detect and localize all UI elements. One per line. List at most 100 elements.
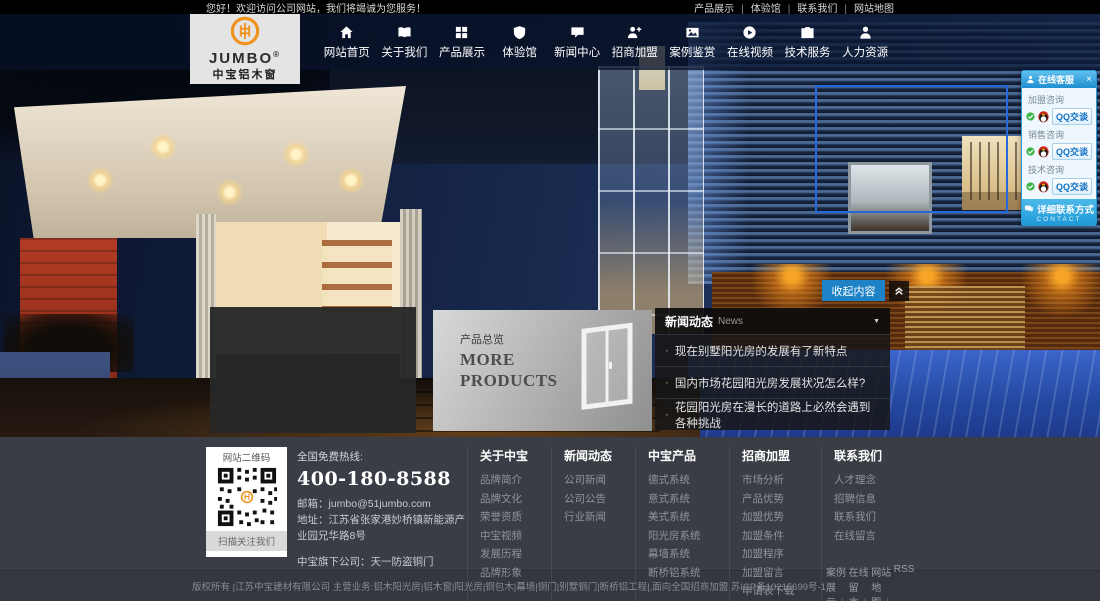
footer-link[interactable]: 招聘信息	[834, 490, 894, 509]
nav-item-about[interactable]: 关于我们	[376, 14, 434, 70]
footer-link[interactable]: 荣誉资质	[480, 508, 551, 527]
bottom-link-message[interactable]: 在线留言	[849, 564, 872, 601]
nav-label: 关于我们	[381, 44, 427, 60]
nav-label: 网站首页	[324, 44, 370, 60]
contact-detail-button[interactable]: 详细联系方式 CONTACT	[1022, 199, 1096, 225]
slider-dark-panel	[210, 307, 416, 433]
footer-link[interactable]: 加盟程序	[742, 545, 821, 564]
nav-item-tech[interactable]: 技术服务	[779, 14, 837, 70]
news-item[interactable]: 花园阳光房在漫长的道路上必然会遇到各种挑战	[655, 398, 890, 430]
news-panel: 新闻动态 News ▼ 现在别墅阳光房的发展有了新特点 国内市场花园阳光房发展状…	[655, 308, 890, 430]
nav-label: 招商加盟	[612, 44, 658, 60]
contact-detail-sub: CONTACT	[1022, 216, 1096, 223]
nav-label: 体验馆	[502, 44, 537, 60]
nav-menu: 网站首页 关于我们 产品展示 体验馆 新闻中心	[318, 14, 894, 70]
online-service-body: 加盟咨询 QQ交谈 销售咨询 QQ交谈 技术咨询 QQ交谈	[1022, 88, 1096, 199]
footer-link[interactable]: 人才理念	[834, 471, 894, 490]
nav-item-products[interactable]: 产品展示	[433, 14, 491, 70]
bottom-link-cases[interactable]: 案例展示	[826, 564, 849, 601]
qr-caption[interactable]: 扫描关注我们	[206, 531, 287, 551]
nav-label: 人力资源	[842, 44, 888, 60]
qq-group-label-tech: 技术咨询	[1028, 163, 1092, 176]
logo-name: 中宝铝木窗	[213, 66, 278, 82]
topbar-link-sitemap[interactable]: 网站地图	[854, 0, 894, 15]
qq-chat-button[interactable]: QQ交谈	[1052, 178, 1092, 195]
nav-item-video[interactable]: 在线视频	[721, 14, 779, 70]
hero-glass-tower	[598, 66, 704, 334]
footer-link[interactable]: 联系我们	[834, 508, 894, 527]
news-title: 新闻动态	[665, 313, 713, 330]
close-icon[interactable]: ×	[1086, 75, 1092, 85]
footer-link[interactable]: 发展历程	[480, 545, 551, 564]
more-products-title: MORE PRODUCTS	[460, 349, 558, 391]
footer-link[interactable]: 行业新闻	[564, 508, 635, 527]
online-status-icon	[1026, 112, 1035, 121]
contact-address: 地址：江苏省张家港妙桥镇新能源产业园兄华路8号	[297, 512, 467, 544]
qq-chat-join[interactable]: QQ交谈	[1026, 108, 1092, 125]
chevron-down-icon[interactable]: ▼	[873, 318, 880, 325]
qq-chat-sales[interactable]: QQ交谈	[1026, 143, 1092, 160]
nav-label: 案例鉴赏	[669, 44, 715, 60]
agent-icon	[1026, 75, 1035, 84]
more-products-label: 产品总览	[460, 331, 504, 347]
chat-icon	[570, 25, 585, 40]
nav-item-home[interactable]: 网站首页	[318, 14, 376, 70]
book-icon	[397, 25, 412, 40]
more-products-card[interactable]: 产品总览 MORE PRODUCTS	[433, 310, 652, 431]
qq-chat-button[interactable]: QQ交谈	[1052, 143, 1092, 160]
footer: 网站二维码	[0, 437, 1100, 570]
topbar-quick-links: 产品展示 体验馆 联系我们 网站地图	[694, 0, 894, 15]
collapse-toggle-button[interactable]	[889, 281, 909, 301]
footer-link[interactable]: 产品优势	[742, 490, 821, 509]
topbar-link-experience[interactable]: 体验馆	[751, 0, 798, 15]
nav-item-cases[interactable]: 案例鉴赏	[664, 14, 722, 70]
footer-link[interactable]: 加盟条件	[742, 527, 821, 546]
news-item[interactable]: 现在别墅阳光房的发展有了新特点	[655, 334, 890, 366]
footer-link[interactable]: 阳光房系统	[648, 527, 729, 546]
registered-mark: ®	[273, 50, 281, 59]
logo-brand: JUMBO®	[209, 47, 281, 66]
footer-link[interactable]: 幕墙系统	[648, 545, 729, 564]
person-icon	[858, 25, 873, 40]
contact-bubble-icon	[1024, 204, 1034, 214]
footer-link[interactable]: 德式系统	[648, 471, 729, 490]
footer-link[interactable]: 公司公告	[564, 490, 635, 509]
collapse-content-button[interactable]: 收起内容	[822, 280, 885, 301]
topbar-link-products[interactable]: 产品展示	[694, 0, 751, 15]
footer-column-title: 关于中宝	[480, 447, 551, 464]
hero-roller-door	[905, 286, 1025, 352]
footer-link[interactable]: 意式系统	[648, 490, 729, 509]
bottom-link-rss[interactable]: RSS	[894, 564, 915, 601]
qr-code	[216, 466, 278, 528]
logo[interactable]: JUMBO® 中宝铝木窗	[190, 14, 300, 84]
nav-item-join[interactable]: 招商加盟	[606, 14, 664, 70]
footer-column-title: 联系我们	[834, 447, 894, 464]
footer-link[interactable]: 美式系统	[648, 508, 729, 527]
briefcase-icon	[800, 25, 815, 40]
nav-item-hr[interactable]: 人力资源	[836, 14, 894, 70]
footer-link[interactable]: 在线留言	[834, 527, 894, 546]
nav-label: 新闻中心	[554, 44, 600, 60]
footer-link[interactable]: 公司新闻	[564, 471, 635, 490]
footer-link[interactable]: 品牌简介	[480, 471, 551, 490]
contact-detail-label: 详细联系方式	[1037, 202, 1094, 216]
main-navbar: JUMBO® 中宝铝木窗 网站首页 关于我们 产品展示 体验馆	[0, 14, 1100, 70]
qq-chat-button[interactable]: QQ交谈	[1052, 108, 1092, 125]
nav-item-news[interactable]: 新闻中心	[548, 14, 606, 70]
qr-card: 网站二维码	[206, 447, 287, 557]
footer-link[interactable]: 中宝视频	[480, 527, 551, 546]
qq-chat-tech[interactable]: QQ交谈	[1026, 178, 1092, 195]
contact-email: 邮箱：jumbo@51jumbo.com	[297, 496, 467, 512]
topbar-link-contact[interactable]: 联系我们	[797, 0, 854, 15]
footer-link[interactable]: 加盟优势	[742, 508, 821, 527]
nav-item-experience[interactable]: 体验馆	[491, 14, 549, 70]
grid-icon	[454, 25, 469, 40]
footer-link[interactable]: 市场分析	[742, 471, 821, 490]
bottom-link-sitemap[interactable]: 网站地图	[871, 564, 894, 601]
double-chevron-up-icon	[894, 286, 904, 296]
shield-icon	[512, 25, 527, 40]
footer-link[interactable]: 品牌文化	[480, 490, 551, 509]
logo-mark-icon	[230, 16, 260, 46]
news-item[interactable]: 国内市场花园阳光房发展状况怎么样?	[655, 366, 890, 398]
hero-banner: JUMBO® 中宝铝木窗 网站首页 关于我们 产品展示 体验馆	[0, 14, 1100, 437]
